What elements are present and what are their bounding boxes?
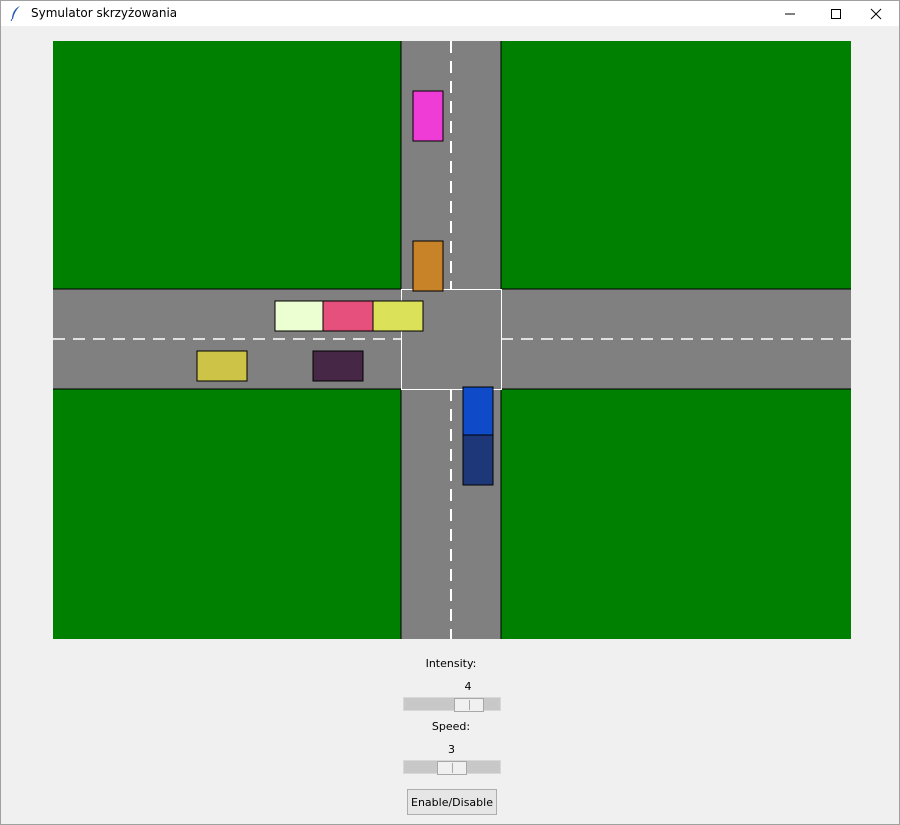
grass-top-left — [53, 41, 401, 289]
intensity-slider-thumb[interactable] — [453, 698, 484, 712]
title-bar[interactable]: Symulator skrzyżowania — [1, 1, 899, 26]
speed-slider[interactable] — [403, 760, 501, 775]
car-west-1 — [274, 300, 326, 332]
minimize-button[interactable] — [767, 1, 813, 26]
car-west-5 — [312, 350, 364, 382]
car-west-2 — [322, 300, 374, 332]
close-icon — [870, 8, 882, 19]
grass-bottom-left — [53, 389, 401, 639]
car-north-1 — [412, 90, 444, 142]
car-south-2 — [462, 434, 494, 486]
intensity-label: Intensity: — [425, 657, 477, 670]
feather-icon — [10, 6, 20, 21]
window-title: Symulator skrzyżowania — [31, 6, 178, 20]
intensity-value: 4 — [464, 680, 472, 693]
intersection-scene — [53, 41, 851, 639]
car-south-1 — [462, 386, 494, 438]
intersection-canvas — [53, 41, 851, 639]
speed-label: Speed: — [431, 720, 471, 733]
car-west-4 — [196, 350, 248, 382]
maximize-icon — [831, 8, 841, 19]
close-button[interactable] — [853, 1, 899, 26]
grass-top-right — [501, 41, 851, 289]
intensity-slider[interactable] — [403, 697, 501, 712]
car-north-2 — [412, 240, 444, 292]
enable-disable-button[interactable]: Enable/Disable — [407, 789, 497, 815]
grass-bottom-right — [501, 389, 851, 639]
minimize-icon — [785, 13, 795, 14]
app-window: Symulator skrzyżowania Intensity: 4 Spee… — [0, 0, 900, 825]
car-west-3 — [372, 300, 424, 332]
speed-slider-thumb[interactable] — [437, 761, 467, 775]
speed-value: 3 — [448, 743, 455, 756]
